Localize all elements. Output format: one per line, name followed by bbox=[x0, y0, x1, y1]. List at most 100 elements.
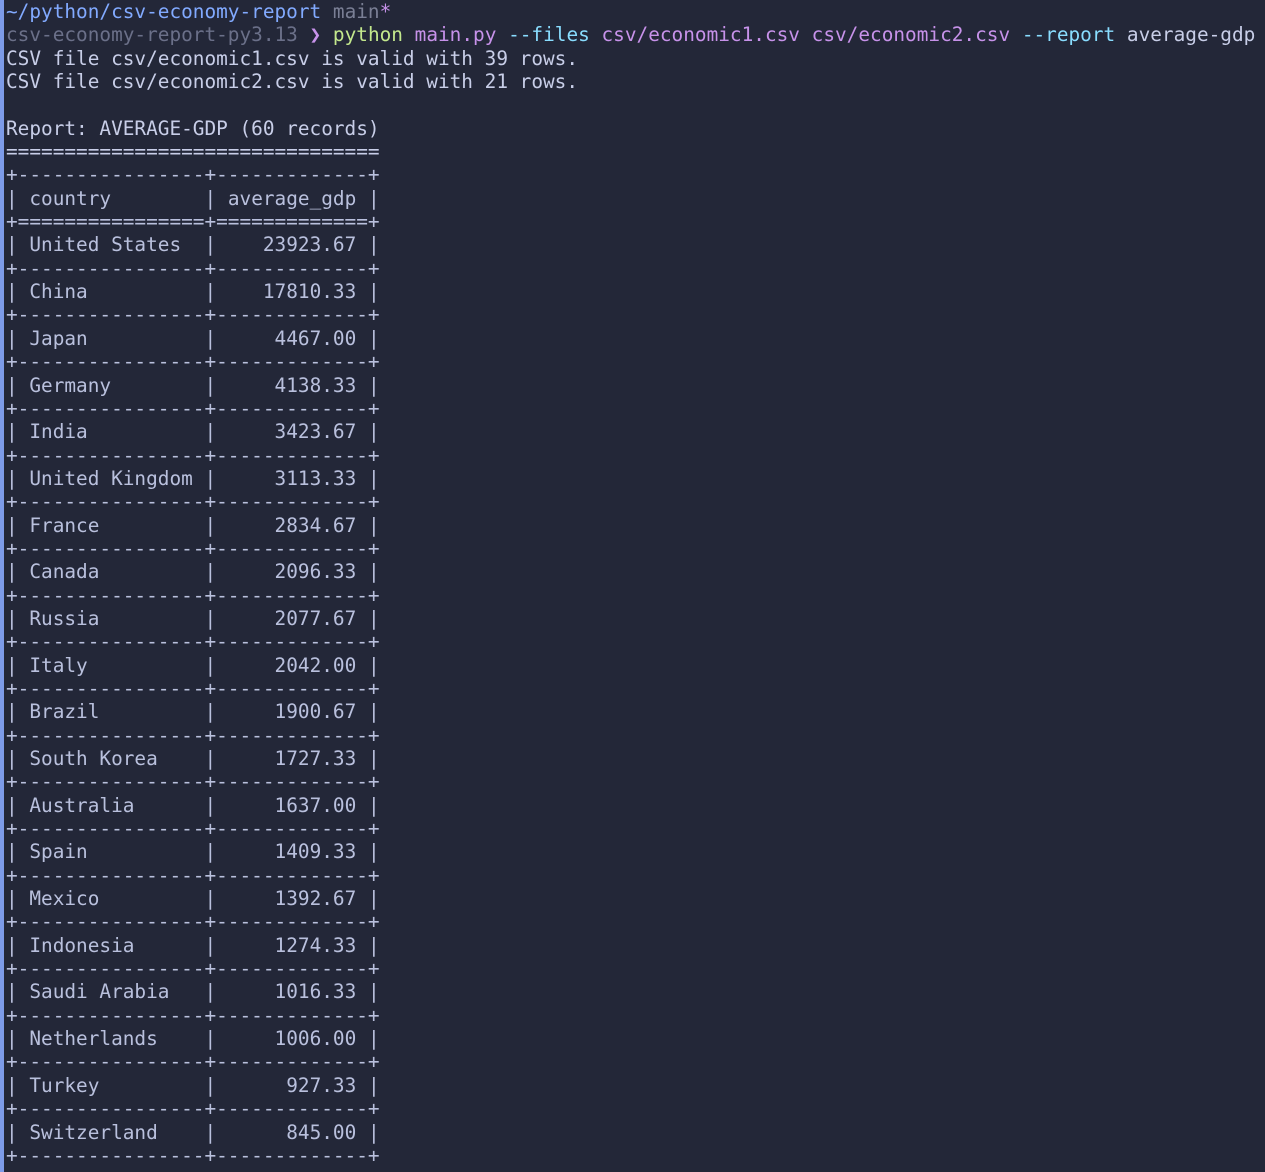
table-row: | Australia | 1637.00 | bbox=[6, 793, 380, 817]
cell-average-gdp: 927.33 bbox=[216, 1073, 368, 1097]
git-dirty-marker: * bbox=[379, 0, 392, 23]
table-row-separator: +----------------+-------------+ bbox=[6, 770, 380, 794]
cell-country: Russia bbox=[17, 606, 205, 630]
table-row-separator: +----------------+-------------+ bbox=[6, 676, 380, 700]
cell-country: Brazil bbox=[17, 700, 205, 724]
report-flag: --report bbox=[1021, 23, 1116, 47]
cell-average-gdp: 3113.33 bbox=[216, 466, 368, 490]
report-title: Report: AVERAGE-GDP (60 records) bbox=[6, 116, 380, 140]
command-program: python bbox=[332, 23, 403, 47]
cell-country: United States bbox=[17, 233, 205, 257]
table-row: | Japan | 4467.00 | bbox=[6, 326, 380, 350]
report-table: +----------------+-------------+ | countr… bbox=[6, 163, 1265, 1167]
table-row: | United States | 23923.67 | bbox=[6, 233, 380, 257]
cell-country: Canada bbox=[17, 560, 205, 584]
table-row: | Canada | 2096.33 | bbox=[6, 560, 380, 584]
prompt-arrow-icon: ❯ bbox=[309, 23, 322, 47]
cell-average-gdp: 17810.33 bbox=[216, 280, 368, 304]
table-row: | India | 3423.67 | bbox=[6, 420, 380, 444]
cell-average-gdp: 1006.00 bbox=[216, 1027, 368, 1051]
git-branch: main bbox=[332, 0, 380, 23]
command-line[interactable]: csv-economy-report-py3.13 ❯ python main.… bbox=[6, 23, 1265, 46]
table-row: | Turkey | 927.33 | bbox=[6, 1073, 380, 1097]
table-row: | South Korea | 1727.33 | bbox=[6, 747, 380, 770]
table-row-separator: +----------------+-------------+ bbox=[6, 630, 380, 654]
report-underline: ================================ bbox=[6, 140, 380, 164]
table-row-separator: +----------------+-------------+ bbox=[6, 1143, 380, 1167]
prompt-path: ~/python/csv-economy-report bbox=[6, 0, 322, 23]
table-row: | France | 2834.67 | bbox=[6, 513, 380, 537]
cell-average-gdp: 2096.33 bbox=[216, 560, 368, 584]
table-header-separator: +================+=============+ bbox=[6, 210, 380, 234]
table-row: | Mexico | 1392.67 | bbox=[6, 887, 380, 911]
table-row: | Switzerland | 845.00 | bbox=[6, 1120, 380, 1144]
table-row-separator: +----------------+-------------+ bbox=[6, 350, 380, 374]
table-row-separator: +----------------+-------------+ bbox=[6, 490, 380, 514]
cell-country: Australia bbox=[17, 793, 205, 817]
table-row-separator: +----------------+-------------+ bbox=[6, 1003, 380, 1027]
column-header-country: country bbox=[17, 186, 205, 210]
table-row: | Saudi Arabia | 1016.33 | bbox=[6, 980, 380, 1004]
table-row: | Brazil | 1900.67 | bbox=[6, 700, 380, 724]
cell-country: Mexico bbox=[17, 887, 205, 911]
cell-country: Netherlands bbox=[17, 1027, 205, 1051]
cell-country: United Kingdom bbox=[17, 466, 205, 490]
cell-country: Turkey bbox=[17, 1073, 205, 1097]
cell-average-gdp: 1409.33 bbox=[216, 840, 368, 864]
cell-country: China bbox=[17, 280, 205, 304]
cell-average-gdp: 1900.67 bbox=[216, 700, 368, 724]
cell-country: Italy bbox=[17, 653, 205, 677]
table-row: | China | 17810.33 | bbox=[6, 280, 380, 304]
table-row-separator: +----------------+-------------+ bbox=[6, 817, 380, 841]
cell-average-gdp: 4138.33 bbox=[216, 373, 368, 397]
table-row-separator: +----------------+-------------+ bbox=[6, 723, 380, 747]
cell-country: Spain bbox=[17, 840, 205, 864]
cell-country: South Korea bbox=[17, 747, 205, 770]
cell-average-gdp: 3423.67 bbox=[216, 420, 368, 444]
validation-line-1: CSV file csv/economic1.csv is valid with… bbox=[6, 46, 579, 70]
cell-average-gdp: 2077.67 bbox=[216, 606, 368, 630]
table-row-separator: +----------------+-------------+ bbox=[6, 1050, 380, 1074]
table-row-separator: +----------------+-------------+ bbox=[6, 910, 380, 934]
cell-country: Saudi Arabia bbox=[17, 980, 205, 1004]
file-arg-2: csv/economic2.csv bbox=[811, 23, 1011, 47]
cell-average-gdp: 2834.67 bbox=[216, 513, 368, 537]
cell-country: France bbox=[17, 513, 205, 537]
table-row: | Spain | 1409.33 | bbox=[6, 840, 380, 864]
terminal-window[interactable]: ~/python/csv-economy-report main* csv-ec… bbox=[0, 0, 1265, 1172]
table-row-separator: +----------------+-------------+ bbox=[6, 863, 380, 887]
table-row-separator: +----------------+-------------+ bbox=[6, 1097, 380, 1121]
table-row: | Indonesia | 1274.33 | bbox=[6, 933, 380, 957]
cell-average-gdp: 23923.67 bbox=[216, 233, 368, 257]
cell-average-gdp: 1727.33 bbox=[216, 747, 368, 770]
table-row-separator: +----------------+-------------+ bbox=[6, 396, 380, 420]
table-row-separator: +----------------+-------------+ bbox=[6, 443, 380, 467]
table-row: | Russia | 2077.67 | bbox=[6, 606, 380, 630]
cell-country: Switzerland bbox=[17, 1120, 205, 1144]
cell-average-gdp: 1016.33 bbox=[216, 980, 368, 1004]
table-row: | Italy | 2042.00 | bbox=[6, 653, 380, 677]
table-row-separator: +----------------+-------------+ bbox=[6, 303, 380, 327]
table-border: +----------------+-------------+ bbox=[6, 163, 380, 187]
files-flag: --files bbox=[508, 23, 590, 47]
table-row-separator: +----------------+-------------+ bbox=[6, 957, 380, 981]
cell-average-gdp: 2042.00 bbox=[216, 653, 368, 677]
report-value: average-gdp bbox=[1126, 23, 1256, 47]
table-header-row: | country | average_gdp | bbox=[6, 186, 380, 210]
validation-line-2: CSV file csv/economic2.csv is valid with… bbox=[6, 70, 579, 94]
command-script: main.py bbox=[414, 23, 497, 47]
cell-average-gdp: 1274.33 bbox=[216, 933, 368, 957]
file-arg-1: csv/economic1.csv bbox=[601, 23, 800, 47]
table-row: | United Kingdom | 3113.33 | bbox=[6, 466, 380, 490]
cell-average-gdp: 1392.67 bbox=[216, 887, 368, 911]
cell-average-gdp: 845.00 bbox=[216, 1120, 368, 1144]
table-row-separator: +----------------+-------------+ bbox=[6, 256, 380, 280]
virtualenv-name: csv-economy-report-py3.13 bbox=[6, 23, 298, 47]
cell-country: India bbox=[17, 420, 205, 444]
column-header-average-gdp: average_gdp bbox=[216, 186, 368, 210]
prompt-line: ~/python/csv-economy-report main* bbox=[6, 0, 1265, 23]
cell-country: Japan bbox=[17, 326, 205, 350]
table-row: | Netherlands | 1006.00 | bbox=[6, 1027, 380, 1051]
table-row-separator: +----------------+-------------+ bbox=[6, 536, 380, 560]
